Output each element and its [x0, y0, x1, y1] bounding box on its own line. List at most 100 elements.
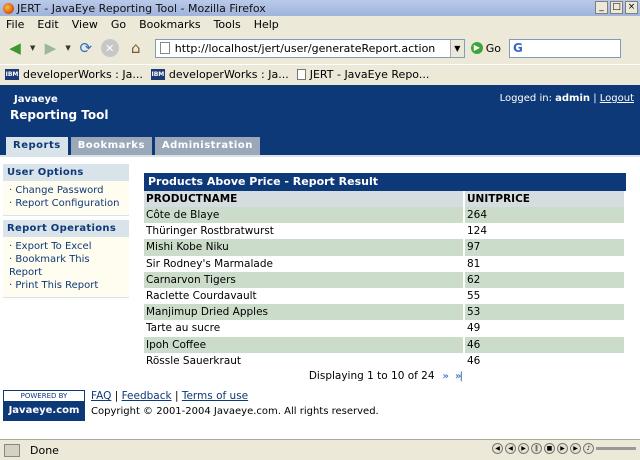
google-icon: G [513, 41, 523, 55]
menu-help[interactable]: Help [254, 18, 279, 31]
footer-separator: | [114, 390, 119, 402]
unit-price-cell: 62 [464, 271, 626, 288]
unit-price-cell: 124 [464, 223, 626, 240]
table-row: Côte de Blaye 264 [144, 207, 626, 224]
minimize-button[interactable]: _ [595, 1, 608, 14]
maximize-button[interactable]: □ [610, 1, 623, 14]
menu-view[interactable]: View [72, 18, 98, 31]
feedback-link[interactable]: Feedback [122, 390, 172, 402]
powered-by-label: POWERED BY [4, 391, 84, 401]
go-label: Go [485, 41, 502, 55]
pagination-status: Displaying 1 to 10 of 24 [308, 370, 435, 382]
table-row: Mishi Kobe Niku 97 [144, 239, 626, 256]
url-bar[interactable]: http://localhost/jert/user/generateRepor… [154, 38, 465, 58]
go-button[interactable]: ▶ Go [470, 41, 502, 55]
change-password-link[interactable]: · Change Password [9, 184, 123, 197]
media-prev-icon[interactable]: ◀ [505, 443, 516, 454]
copyright-text: Copyright © 2001-2004 Javaeye.com. All r… [91, 406, 379, 417]
product-name-cell: Raclette Courdavault [144, 287, 465, 305]
page-content: Javaeye Reporting Tool Logged in: admin … [0, 85, 640, 439]
username: admin [555, 93, 590, 104]
tab-bookmarks[interactable]: Bookmarks [70, 137, 152, 155]
report-table: PRODUCTNAME UNITPRICE Côte de Blaye 264 T… [144, 191, 626, 369]
site-header: Javaeye Reporting Tool Logged in: admin … [0, 85, 640, 155]
column-header-productname[interactable]: PRODUCTNAME [144, 191, 465, 207]
logged-in-label: Logged in: [499, 93, 552, 104]
window-titlebar: JERT - JavaEye Reporting Tool - Mozilla … [0, 0, 640, 16]
product-name-cell: Rössle Sauerkraut [144, 352, 465, 369]
menu-edit[interactable]: Edit [37, 18, 58, 31]
brand-title: Reporting Tool [10, 108, 109, 122]
menu-tools[interactable]: Tools [214, 18, 241, 31]
report-operations-heading: Report Operations [3, 220, 129, 237]
menu-file[interactable]: File [6, 18, 24, 31]
table-row: Sir Rodney's Marmalade 81 [144, 255, 626, 272]
volume-slider[interactable] [596, 447, 636, 450]
unit-price-cell: 81 [464, 255, 626, 272]
product-name-cell: Manjimup Dried Apples [144, 304, 465, 321]
media-forward-icon[interactable]: ▶ [570, 443, 581, 454]
ibm-icon: IBM [150, 69, 165, 80]
unit-price-cell: 46 [464, 336, 626, 353]
report-panel: Products Above Price - Report Result PRO… [144, 173, 626, 369]
firefox-icon [3, 2, 14, 14]
user-options-list: · Change Password · Report Configuration [3, 181, 129, 216]
media-rewind-icon[interactable]: ◀ [492, 443, 503, 454]
bookmark-item[interactable]: IBM developerWorks : Ja... [150, 68, 289, 81]
product-name-cell: Mishi Kobe Niku [144, 239, 465, 256]
search-input[interactable]: G [509, 38, 622, 58]
tab-underline-bar [0, 155, 640, 157]
reload-icon[interactable]: ⟳ [75, 37, 97, 59]
forward-dropdown-icon[interactable]: ▼ [65, 44, 70, 52]
product-name-cell: Carnarvon Tigers [144, 271, 465, 288]
tab-reports[interactable]: Reports [6, 137, 68, 155]
product-name-cell: Côte de Blaye [144, 207, 465, 224]
table-row: Tarte au sucre 49 [144, 320, 626, 337]
report-title: Products Above Price - Report Result [144, 173, 626, 191]
media-controls: ◀ ◀ ▶ ‖ ■ ▶ ▶ ♪ [492, 443, 636, 454]
table-row: Carnarvon Tigers 62 [144, 271, 626, 288]
footer-separator: | [174, 390, 179, 402]
tab-administration[interactable]: Administration [154, 137, 260, 155]
last-page-icon[interactable]: »| [455, 371, 463, 382]
url-text: http://localhost/jert/user/generateRepor… [174, 41, 436, 55]
media-stop-icon[interactable]: ■ [544, 443, 555, 454]
close-button[interactable]: × [625, 1, 638, 14]
menu-bookmarks[interactable]: Bookmarks [139, 18, 200, 31]
column-header-unitprice[interactable]: UNITPRICE [464, 191, 626, 207]
stop-icon[interactable]: ✕ [100, 39, 119, 57]
media-pause-icon[interactable]: ‖ [531, 443, 542, 454]
forward-arrow-icon[interactable]: ▶ [39, 37, 61, 59]
back-arrow-icon[interactable]: ◀ [4, 37, 26, 59]
bookmark-label: JERT - JavaEye Repo... [309, 68, 430, 81]
bookmark-item[interactable]: JERT - JavaEye Repo... [296, 68, 430, 81]
faq-link[interactable]: FAQ [91, 390, 111, 402]
unit-price-cell: 53 [464, 304, 626, 321]
terms-link[interactable]: Terms of use [182, 390, 248, 402]
powered-by-badge[interactable]: POWERED BY Javaeye.com [3, 390, 85, 421]
footer-links: FAQ | Feedback | Terms of use [91, 390, 248, 402]
print-report-link[interactable]: · Print This Report [9, 279, 123, 292]
table-row: Ipoh Coffee 46 [144, 336, 626, 353]
next-page-icon[interactable]: » [443, 371, 450, 382]
media-next-icon[interactable]: ▶ [557, 443, 568, 454]
bookmarks-toolbar: IBM developerWorks : Ja... IBM developer… [0, 64, 640, 84]
unit-price-cell: 97 [464, 239, 626, 256]
media-play-icon[interactable]: ▶ [518, 443, 529, 454]
back-dropdown-icon[interactable]: ▼ [30, 44, 35, 52]
home-icon[interactable]: ⌂ [125, 37, 147, 59]
bookmark-report-link[interactable]: · Bookmark This Report [9, 253, 123, 279]
ibm-icon: IBM [5, 69, 19, 80]
bookmark-item[interactable]: IBM developerWorks : Ja... [5, 68, 143, 81]
table-row: Thüringer Rostbratwurst 124 [144, 223, 626, 240]
unit-price-cell: 46 [464, 352, 626, 369]
logout-link[interactable]: Logout [600, 93, 634, 104]
volume-icon[interactable]: ♪ [583, 443, 594, 454]
navigation-toolbar: ◀ ▼ ▶ ▼ ⟳ ✕ ⌂ http://localhost/jert/user… [0, 33, 640, 63]
report-configuration-link[interactable]: · Report Configuration [9, 197, 123, 210]
menu-bar: File Edit View Go Bookmarks Tools Help [0, 16, 640, 32]
export-excel-link[interactable]: · Export To Excel [9, 240, 123, 253]
table-row: Manjimup Dried Apples 53 [144, 304, 626, 321]
url-dropdown-icon[interactable]: ▼ [449, 39, 464, 57]
menu-go[interactable]: Go [111, 18, 126, 31]
